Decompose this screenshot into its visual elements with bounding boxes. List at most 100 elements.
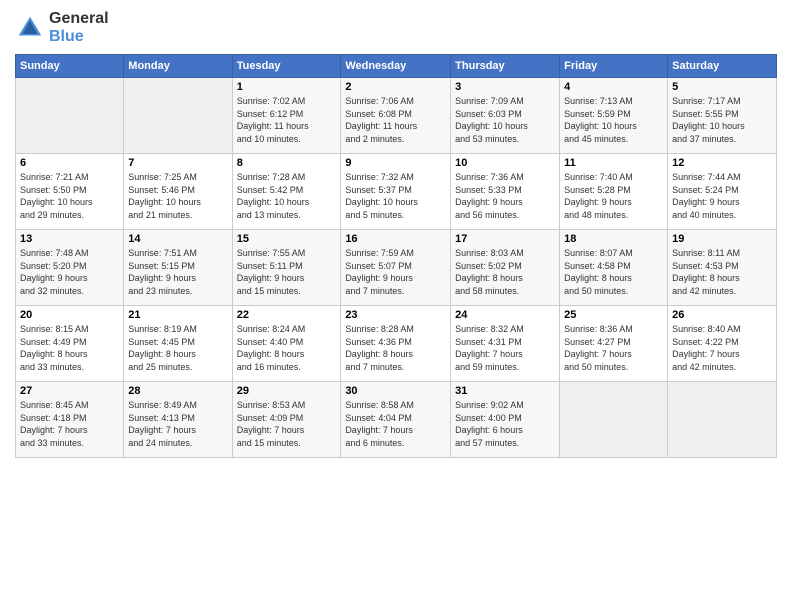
- day-cell: 6 Sunrise: 7:21 AM Sunset: 5:50 PM Daylig…: [16, 154, 124, 230]
- day-info: Sunrise: 7:55 AM Sunset: 5:11 PM Dayligh…: [237, 247, 337, 297]
- week-row-2: 6 Sunrise: 7:21 AM Sunset: 5:50 PM Daylig…: [16, 154, 777, 230]
- day-number: 19: [672, 233, 772, 245]
- day-cell: 3 Sunrise: 7:09 AM Sunset: 6:03 PM Daylig…: [451, 78, 560, 154]
- week-row-5: 27 Sunrise: 8:45 AM Sunset: 4:18 PM Dayli…: [16, 382, 777, 458]
- day-info: Sunrise: 7:44 AM Sunset: 5:24 PM Dayligh…: [672, 171, 772, 221]
- day-number: 1: [237, 81, 337, 93]
- day-number: 3: [455, 81, 555, 93]
- day-cell: [560, 382, 668, 458]
- day-cell: 24 Sunrise: 8:32 AM Sunset: 4:31 PM Dayli…: [451, 306, 560, 382]
- day-cell: 10Sunrise: 7:36 AM Sunset: 5:33 PM Dayli…: [451, 154, 560, 230]
- day-number: 13: [20, 233, 119, 245]
- day-number: 20: [20, 309, 119, 321]
- day-number: 2: [345, 81, 446, 93]
- day-number: 26: [672, 309, 772, 321]
- day-info: Sunrise: 8:07 AM Sunset: 4:58 PM Dayligh…: [564, 247, 663, 297]
- day-cell: 11 Sunrise: 7:40 AM Sunset: 5:28 PM Dayli…: [560, 154, 668, 230]
- day-info: Sunrise: 8:45 AM Sunset: 4:18 PM Dayligh…: [20, 399, 119, 449]
- header: General Blue: [15, 10, 777, 46]
- day-number: 11: [564, 157, 663, 169]
- day-cell: 20 Sunrise: 8:15 AM Sunset: 4:49 PM Dayli…: [16, 306, 124, 382]
- day-cell: 23Sunrise: 8:28 AM Sunset: 4:36 PM Dayli…: [341, 306, 451, 382]
- weekday-header-row: SundayMondayTuesdayWednesdayThursdayFrid…: [16, 55, 777, 78]
- day-cell: 1 Sunrise: 7:02 AM Sunset: 6:12 PM Daylig…: [232, 78, 341, 154]
- day-info: Sunrise: 8:28 AM Sunset: 4:36 PM Dayligh…: [345, 323, 446, 373]
- day-number: 28: [128, 385, 227, 397]
- day-number: 12: [672, 157, 772, 169]
- day-info: Sunrise: 7:09 AM Sunset: 6:03 PM Dayligh…: [455, 95, 555, 145]
- day-info: Sunrise: 7:48 AM Sunset: 5:20 PM Dayligh…: [20, 247, 119, 297]
- day-info: Sunrise: 7:13 AM Sunset: 5:59 PM Dayligh…: [564, 95, 663, 145]
- week-row-4: 20 Sunrise: 8:15 AM Sunset: 4:49 PM Dayli…: [16, 306, 777, 382]
- day-number: 8: [237, 157, 337, 169]
- day-cell: 17 Sunrise: 8:03 AM Sunset: 5:02 PM Dayli…: [451, 230, 560, 306]
- day-cell: [16, 78, 124, 154]
- weekday-header-friday: Friday: [560, 55, 668, 78]
- calendar-page: General Blue SundayMondayTuesdayWednesda…: [0, 0, 792, 612]
- weekday-header-sunday: Sunday: [16, 55, 124, 78]
- day-cell: 18 Sunrise: 8:07 AM Sunset: 4:58 PM Dayli…: [560, 230, 668, 306]
- week-row-3: 13 Sunrise: 7:48 AM Sunset: 5:20 PM Dayli…: [16, 230, 777, 306]
- day-number: 7: [128, 157, 227, 169]
- weekday-header-thursday: Thursday: [451, 55, 560, 78]
- day-number: 6: [20, 157, 119, 169]
- day-info: Sunrise: 7:25 AM Sunset: 5:46 PM Dayligh…: [128, 171, 227, 221]
- day-info: Sunrise: 8:49 AM Sunset: 4:13 PM Dayligh…: [128, 399, 227, 449]
- day-cell: 27 Sunrise: 8:45 AM Sunset: 4:18 PM Dayli…: [16, 382, 124, 458]
- day-cell: 31 Sunrise: 9:02 AM Sunset: 4:00 PM Dayli…: [451, 382, 560, 458]
- day-number: 22: [237, 309, 337, 321]
- day-number: 21: [128, 309, 227, 321]
- day-info: Sunrise: 9:02 AM Sunset: 4:00 PM Dayligh…: [455, 399, 555, 449]
- day-info: Sunrise: 8:53 AM Sunset: 4:09 PM Dayligh…: [237, 399, 337, 449]
- day-number: 24: [455, 309, 555, 321]
- logo: General Blue: [15, 10, 109, 46]
- day-cell: 22Sunrise: 8:24 AM Sunset: 4:40 PM Dayli…: [232, 306, 341, 382]
- day-info: Sunrise: 7:51 AM Sunset: 5:15 PM Dayligh…: [128, 247, 227, 297]
- day-info: Sunrise: 7:40 AM Sunset: 5:28 PM Dayligh…: [564, 171, 663, 221]
- day-cell: 28 Sunrise: 8:49 AM Sunset: 4:13 PM Dayli…: [124, 382, 232, 458]
- day-info: Sunrise: 8:03 AM Sunset: 5:02 PM Dayligh…: [455, 247, 555, 297]
- day-number: 17: [455, 233, 555, 245]
- day-cell: 4 Sunrise: 7:13 AM Sunset: 5:59 PM Daylig…: [560, 78, 668, 154]
- day-cell: 15 Sunrise: 7:55 AM Sunset: 5:11 PM Dayli…: [232, 230, 341, 306]
- day-info: Sunrise: 8:19 AM Sunset: 4:45 PM Dayligh…: [128, 323, 227, 373]
- day-info: Sunrise: 7:02 AM Sunset: 6:12 PM Dayligh…: [237, 95, 337, 145]
- day-number: 18: [564, 233, 663, 245]
- day-info: Sunrise: 8:36 AM Sunset: 4:27 PM Dayligh…: [564, 323, 663, 373]
- day-cell: [124, 78, 232, 154]
- day-info: Sunrise: 8:11 AM Sunset: 4:53 PM Dayligh…: [672, 247, 772, 297]
- day-number: 16: [345, 233, 446, 245]
- day-info: Sunrise: 8:58 AM Sunset: 4:04 PM Dayligh…: [345, 399, 446, 449]
- day-cell: 25Sunrise: 8:36 AM Sunset: 4:27 PM Dayli…: [560, 306, 668, 382]
- week-row-1: 1 Sunrise: 7:02 AM Sunset: 6:12 PM Daylig…: [16, 78, 777, 154]
- day-number: 10: [455, 157, 555, 169]
- day-number: 14: [128, 233, 227, 245]
- day-info: Sunrise: 8:40 AM Sunset: 4:22 PM Dayligh…: [672, 323, 772, 373]
- weekday-header-wednesday: Wednesday: [341, 55, 451, 78]
- day-cell: 5Sunrise: 7:17 AM Sunset: 5:55 PM Daylig…: [668, 78, 777, 154]
- day-cell: 30Sunrise: 8:58 AM Sunset: 4:04 PM Dayli…: [341, 382, 451, 458]
- day-cell: 21 Sunrise: 8:19 AM Sunset: 4:45 PM Dayli…: [124, 306, 232, 382]
- day-info: Sunrise: 7:59 AM Sunset: 5:07 PM Dayligh…: [345, 247, 446, 297]
- day-cell: 13 Sunrise: 7:48 AM Sunset: 5:20 PM Dayli…: [16, 230, 124, 306]
- logo-text: General Blue: [49, 10, 109, 46]
- day-info: Sunrise: 8:32 AM Sunset: 4:31 PM Dayligh…: [455, 323, 555, 373]
- day-cell: 19 Sunrise: 8:11 AM Sunset: 4:53 PM Dayli…: [668, 230, 777, 306]
- day-number: 27: [20, 385, 119, 397]
- day-cell: 12 Sunrise: 7:44 AM Sunset: 5:24 PM Dayli…: [668, 154, 777, 230]
- day-number: 5: [672, 81, 772, 93]
- day-cell: 14 Sunrise: 7:51 AM Sunset: 5:15 PM Dayli…: [124, 230, 232, 306]
- day-number: 9: [345, 157, 446, 169]
- weekday-header-saturday: Saturday: [668, 55, 777, 78]
- day-info: Sunrise: 7:32 AM Sunset: 5:37 PM Dayligh…: [345, 171, 446, 221]
- day-cell: 29 Sunrise: 8:53 AM Sunset: 4:09 PM Dayli…: [232, 382, 341, 458]
- logo-icon: [15, 13, 45, 43]
- day-info: Sunrise: 7:21 AM Sunset: 5:50 PM Dayligh…: [20, 171, 119, 221]
- day-number: 15: [237, 233, 337, 245]
- day-info: Sunrise: 8:15 AM Sunset: 4:49 PM Dayligh…: [20, 323, 119, 373]
- day-info: Sunrise: 7:06 AM Sunset: 6:08 PM Dayligh…: [345, 95, 446, 145]
- day-number: 29: [237, 385, 337, 397]
- day-number: 4: [564, 81, 663, 93]
- day-number: 31: [455, 385, 555, 397]
- day-info: Sunrise: 7:28 AM Sunset: 5:42 PM Dayligh…: [237, 171, 337, 221]
